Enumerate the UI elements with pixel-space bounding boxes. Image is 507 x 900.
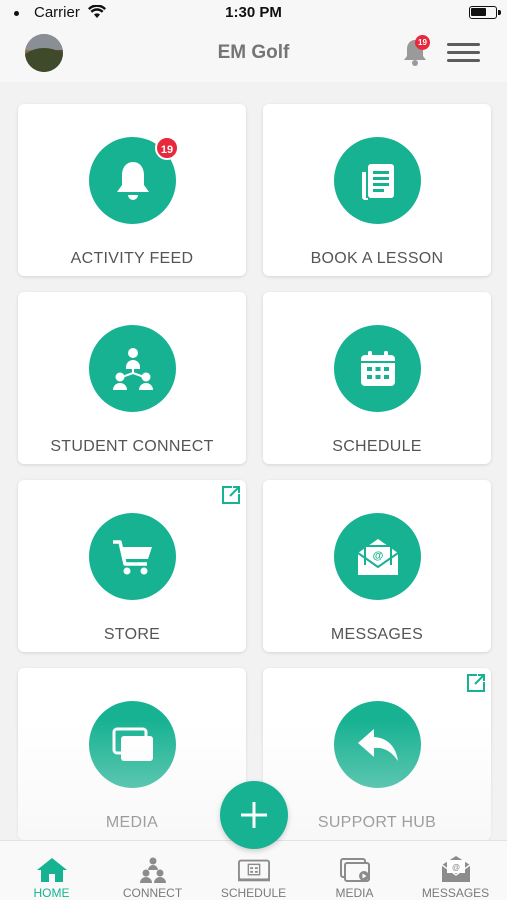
tile-activity-feed[interactable]: 19 ACTIVITY FEED — [18, 104, 246, 276]
tile-store[interactable]: STORE — [18, 480, 246, 652]
activity-feed-badge: 19 — [155, 136, 179, 160]
tile-label: BOOK A LESSON — [310, 250, 444, 267]
home-icon — [37, 858, 67, 882]
messages-icon-circle: @ — [334, 513, 421, 600]
tab-media[interactable]: MEDIA — [304, 841, 405, 900]
tile-media[interactable]: MEDIA — [18, 668, 246, 840]
tile-student-connect[interactable]: STUDENT CONNECT — [18, 292, 246, 464]
student-connect-icon-circle — [89, 325, 176, 412]
tab-label: HOME — [33, 886, 70, 900]
tab-label: MEDIA — [335, 886, 374, 900]
plus-icon — [241, 802, 267, 828]
media-icon-circle — [89, 701, 176, 788]
envelope-icon: @ — [441, 856, 471, 882]
tab-connect[interactable]: CONNECT — [102, 841, 203, 900]
people-network-icon — [112, 347, 153, 390]
external-link-icon[interactable] — [218, 482, 244, 508]
notification-badge: 19 — [415, 35, 430, 50]
tab-home[interactable]: HOME — [1, 841, 102, 900]
tab-schedule[interactable]: SCHEDULE — [203, 841, 304, 900]
tile-label: MEDIA — [105, 814, 159, 831]
tile-book-a-lesson[interactable]: BOOK A LESSON — [263, 104, 491, 276]
tile-schedule[interactable]: SCHEDULE — [263, 292, 491, 464]
status-bar: Carrier 1:30 PM — [0, 0, 507, 26]
tab-messages[interactable]: @ MESSAGES — [405, 841, 506, 900]
tile-support-hub[interactable]: SUPPORT HUB — [263, 668, 491, 840]
document-icon — [361, 163, 394, 200]
schedule-icon-circle — [334, 325, 421, 412]
store-icon-circle — [89, 513, 176, 600]
tile-label: MESSAGES — [330, 626, 424, 643]
media-play-icon — [340, 858, 370, 882]
envelope-icon: @ — [356, 538, 399, 575]
calendar-icon — [360, 350, 395, 386]
tab-bar: HOME CONNECT SCHEDULE MEDIA @ MESSAGES — [0, 840, 507, 900]
bell-icon — [116, 161, 149, 200]
tile-label: STORE — [103, 626, 161, 643]
svg-text:@: @ — [372, 550, 383, 562]
external-link-icon[interactable] — [463, 670, 489, 696]
reply-icon — [357, 728, 398, 761]
hamburger-menu-icon[interactable] — [447, 41, 480, 65]
tab-label: CONNECT — [122, 886, 183, 900]
cart-icon — [112, 539, 152, 574]
tab-label: MESSAGES — [421, 886, 490, 900]
app-header: EM Golf 19 — [0, 26, 507, 82]
support-hub-icon-circle — [334, 701, 421, 788]
book-a-lesson-icon-circle — [334, 137, 421, 224]
app-title: EM Golf — [217, 42, 290, 63]
tile-label: STUDENT CONNECT — [50, 438, 214, 455]
tab-label: SCHEDULE — [220, 886, 287, 900]
tile-label: SUPPORT HUB — [317, 814, 437, 831]
clock: 1:30 PM — [225, 4, 282, 21]
add-button[interactable] — [220, 781, 288, 849]
tile-messages[interactable]: @ MESSAGES — [263, 480, 491, 652]
media-icon — [112, 727, 153, 761]
calendar-icon — [238, 859, 270, 882]
tile-label: ACTIVITY FEED — [70, 250, 194, 267]
svg-text:@: @ — [452, 863, 460, 872]
battery-icon — [469, 6, 501, 19]
people-icon — [140, 857, 166, 883]
notifications-button[interactable]: 19 — [401, 35, 430, 73]
tile-label: SCHEDULE — [332, 438, 422, 455]
